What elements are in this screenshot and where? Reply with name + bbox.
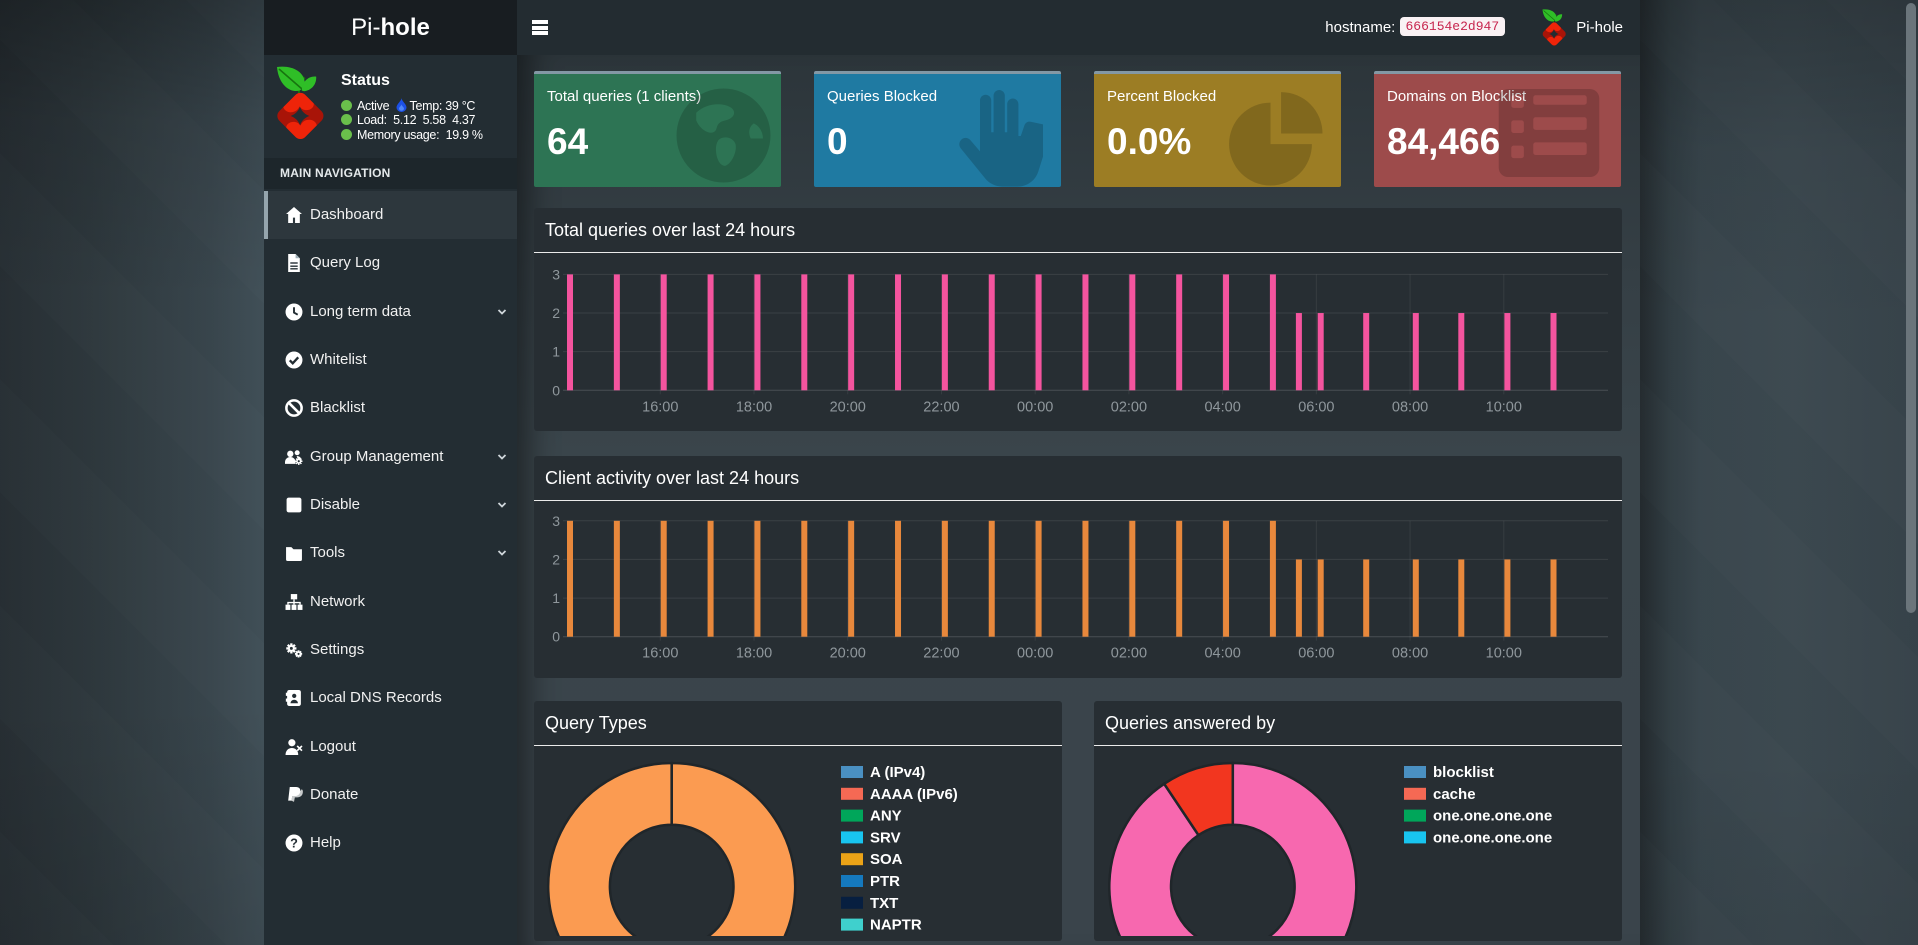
svg-text:10:00: 10:00 [1486, 646, 1522, 662]
svg-text:16:00: 16:00 [642, 399, 678, 415]
svg-text:one.one.one.one: one.one.one.one [1433, 808, 1552, 825]
svg-text:10:00: 10:00 [1486, 399, 1522, 415]
svg-text:16:00: 16:00 [642, 646, 678, 662]
svg-text:SRV: SRV [870, 829, 901, 846]
svg-text:3: 3 [552, 513, 560, 529]
svg-text:02:00: 02:00 [1111, 646, 1147, 662]
svg-text:AAAA (IPv6): AAAA (IPv6) [870, 786, 958, 803]
svg-text:3: 3 [552, 266, 560, 282]
svg-text:NAPTR: NAPTR [870, 917, 922, 934]
svg-text:08:00: 08:00 [1392, 399, 1428, 415]
svg-text:1: 1 [552, 344, 560, 360]
svg-text:00:00: 00:00 [1017, 399, 1053, 415]
svg-text:SOA: SOA [870, 851, 903, 868]
svg-text:18:00: 18:00 [736, 646, 772, 662]
svg-text:00:00: 00:00 [1017, 646, 1053, 662]
svg-text:20:00: 20:00 [830, 399, 866, 415]
svg-text:22:00: 22:00 [923, 646, 959, 662]
svg-text:A (IPv4): A (IPv4) [870, 764, 925, 781]
svg-text:06:00: 06:00 [1298, 646, 1334, 662]
svg-text:20:00: 20:00 [830, 646, 866, 662]
svg-text:cache: cache [1433, 786, 1476, 803]
svg-text:2: 2 [552, 551, 560, 567]
svg-text:22:00: 22:00 [923, 399, 959, 415]
svg-text:2: 2 [552, 305, 560, 321]
svg-text:1: 1 [552, 590, 560, 606]
svg-text:18:00: 18:00 [736, 399, 772, 415]
svg-text:02:00: 02:00 [1111, 399, 1147, 415]
svg-text:ANY: ANY [870, 808, 902, 825]
svg-text:08:00: 08:00 [1392, 646, 1428, 662]
svg-text:04:00: 04:00 [1204, 646, 1240, 662]
svg-text:PTR: PTR [870, 873, 900, 890]
svg-text:06:00: 06:00 [1298, 399, 1334, 415]
svg-text:0: 0 [552, 382, 560, 398]
svg-text:?: ? [290, 837, 298, 851]
svg-text:0: 0 [552, 629, 560, 645]
svg-text:one.one.one.one: one.one.one.one [1433, 829, 1552, 846]
svg-text:04:00: 04:00 [1204, 399, 1240, 415]
svg-text:blocklist: blocklist [1433, 764, 1494, 781]
svg-text:TXT: TXT [870, 895, 898, 912]
